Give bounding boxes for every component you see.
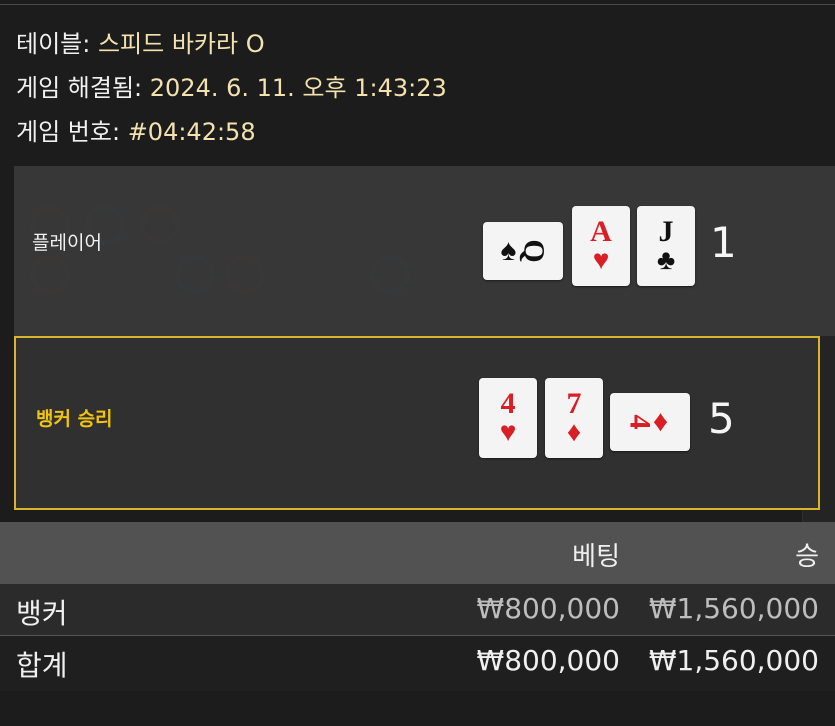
heart-icon: ♥	[499, 417, 517, 448]
player-card-3: J ♣	[637, 206, 695, 286]
diamond-icon: ♦	[566, 417, 582, 448]
win-column-header: 승	[795, 542, 819, 572]
bet-amount: ₩800,000	[476, 592, 620, 625]
banker-card-3: 4 ♦	[610, 393, 690, 451]
total-label: 합계	[16, 649, 68, 682]
heart-icon: ♥	[592, 245, 610, 276]
card-rank: 4	[623, 414, 657, 430]
banker-hand-panel: 뱅커 승리 4 ♥ 7 ♦ 4 ♦ 5	[14, 336, 820, 510]
banker-card-2: 7 ♦	[545, 378, 603, 458]
banker-score: 5	[708, 394, 735, 443]
card-rank: 4	[500, 387, 516, 420]
bet-type: 뱅커	[16, 597, 68, 630]
player-score: 1	[710, 218, 737, 267]
game-info-header: 테이블: 스피드 바카라 O 게임 해결됨: 2024. 6. 11. 오후 1…	[16, 22, 447, 154]
player-card-2: A ♥	[572, 206, 630, 286]
card-rank: J	[658, 215, 674, 248]
total-win-amount: ₩1,560,000	[648, 644, 819, 677]
card-rank: A	[590, 215, 612, 248]
banker-win-label: 뱅커 승리	[36, 408, 113, 430]
resolved-label: 게임 해결됨:	[16, 74, 143, 102]
table-value: 스피드 바카라 O	[97, 30, 265, 58]
player-label: 플레이어	[32, 232, 102, 254]
results-table-header: 베팅 승	[0, 522, 835, 584]
spade-icon: ♠	[500, 234, 517, 267]
win-amount: ₩1,560,000	[648, 592, 819, 625]
player-card-1: ♠ Q	[483, 222, 563, 280]
resolved-value: 2024. 6. 11. 오후 1:43:23	[149, 74, 447, 102]
card-rank: Q	[517, 239, 551, 263]
bet-column-header: 베팅	[572, 542, 620, 572]
game-number-label: 게임 번호:	[16, 118, 121, 146]
table-row: 뱅커 ₩800,000 ₩1,560,000	[0, 584, 835, 636]
total-row: 합계 ₩800,000 ₩1,560,000	[0, 636, 835, 691]
banker-card-1: 4 ♥	[479, 378, 537, 458]
table-info: 테이블: 스피드 바카라 O	[16, 22, 447, 66]
game-number-info: 게임 번호: #04:42:58	[16, 110, 447, 154]
club-icon: ♣	[656, 245, 676, 276]
results-table: 베팅 승 뱅커 ₩800,000 ₩1,560,000 합계 ₩800,000 …	[0, 522, 835, 691]
total-bet-amount: ₩800,000	[476, 644, 620, 677]
game-number-value: #04:42:58	[127, 118, 256, 146]
top-divider	[0, 4, 835, 5]
resolved-info: 게임 해결됨: 2024. 6. 11. 오후 1:43:23	[16, 66, 447, 110]
table-label: 테이블:	[16, 30, 91, 58]
card-rank: 7	[566, 387, 582, 420]
player-hand-panel: 플레이어 ♠ Q A ♥ J ♣ 1	[14, 166, 835, 336]
